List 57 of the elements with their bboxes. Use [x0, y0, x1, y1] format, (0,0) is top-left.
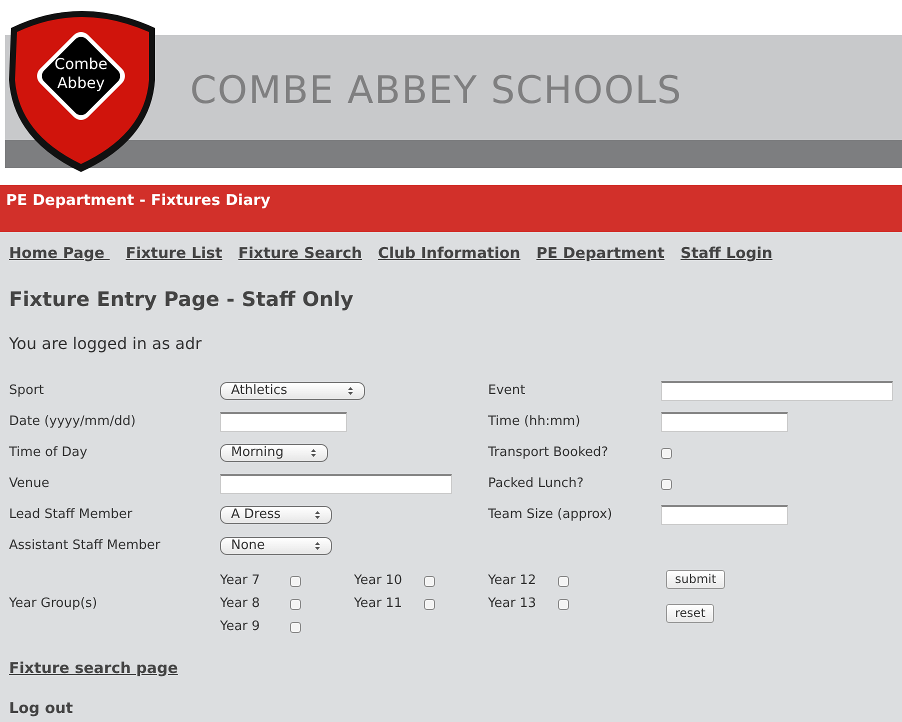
up-down-arrows-icon	[310, 448, 317, 458]
crest-text: Abbey	[57, 74, 105, 93]
checkbox[interactable]	[290, 576, 301, 586]
site-title: COMBE ABBEY SCHOOLS	[190, 67, 682, 114]
year-label: Year 9	[220, 618, 261, 636]
up-down-arrows-icon	[314, 541, 321, 551]
text-field[interactable]	[661, 412, 788, 432]
checkbox[interactable]	[290, 598, 301, 610]
field-label: Assistant Staff Member	[9, 537, 162, 556]
field-label: Venue	[9, 475, 50, 494]
field-label: Transport Booked?	[488, 444, 610, 462]
year-label: Year 7	[220, 572, 261, 590]
page-heading: Fixture Entry Page - Staff Only	[9, 286, 354, 312]
year-label: Year 11	[354, 595, 404, 614]
checkbox[interactable]	[290, 622, 301, 632]
select-dropdown[interactable]: None	[220, 537, 332, 555]
field-label: Lead Staff Member	[9, 506, 134, 524]
year-label: Year 8	[220, 595, 261, 614]
field-label: Team Size (approx)	[488, 506, 614, 524]
up-down-arrows-icon	[314, 510, 321, 520]
login-status: You are logged in as adr	[9, 332, 203, 354]
form-button[interactable]: submit	[666, 570, 726, 588]
select-dropdown[interactable]: A Dress	[220, 506, 332, 524]
nav-link[interactable]: Staff Login	[680, 242, 772, 264]
checkbox[interactable]	[661, 448, 672, 458]
text-field[interactable]	[661, 381, 893, 401]
field-label: Time (hh:mm)	[488, 413, 582, 432]
field-label: Sport	[9, 382, 45, 400]
field-label: Packed Lunch?	[488, 475, 585, 494]
nav-link[interactable]: Club Information	[378, 242, 520, 264]
field-label: Year Group(s)	[9, 595, 98, 614]
select-dropdown[interactable]: Athletics	[220, 382, 365, 400]
field-label: Time of Day	[9, 444, 88, 462]
checkbox[interactable]	[558, 598, 569, 610]
nav-link[interactable]: Home Page	[9, 242, 110, 264]
checkbox[interactable]	[424, 576, 435, 586]
banner-title: PE Department - Fixtures Diary	[6, 191, 270, 209]
field-label: Event	[488, 382, 526, 400]
text-field[interactable]	[220, 474, 452, 494]
text-field[interactable]	[661, 505, 788, 525]
checkbox[interactable]	[661, 478, 672, 490]
nav-link[interactable]: PE Department	[536, 242, 665, 264]
checkbox[interactable]	[558, 576, 569, 586]
checkbox[interactable]	[424, 598, 435, 610]
year-label: Year 13	[488, 595, 538, 614]
text-field[interactable]	[220, 412, 347, 432]
page-link[interactable]: Fixture search page	[9, 656, 178, 679]
up-down-arrows-icon	[347, 386, 354, 396]
year-label: Year 12	[488, 572, 538, 590]
form-button[interactable]: reset	[666, 604, 714, 622]
field-label: Date (yyyy/mm/dd)	[9, 413, 137, 432]
page-link[interactable]: Log out	[9, 697, 73, 720]
select-dropdown[interactable]: Morning	[220, 444, 328, 462]
nav-link[interactable]: Fixture Search	[238, 242, 362, 264]
nav-link[interactable]: Fixture List	[126, 242, 222, 264]
crest-text: Combe	[54, 55, 108, 74]
year-label: Year 10	[354, 572, 404, 590]
